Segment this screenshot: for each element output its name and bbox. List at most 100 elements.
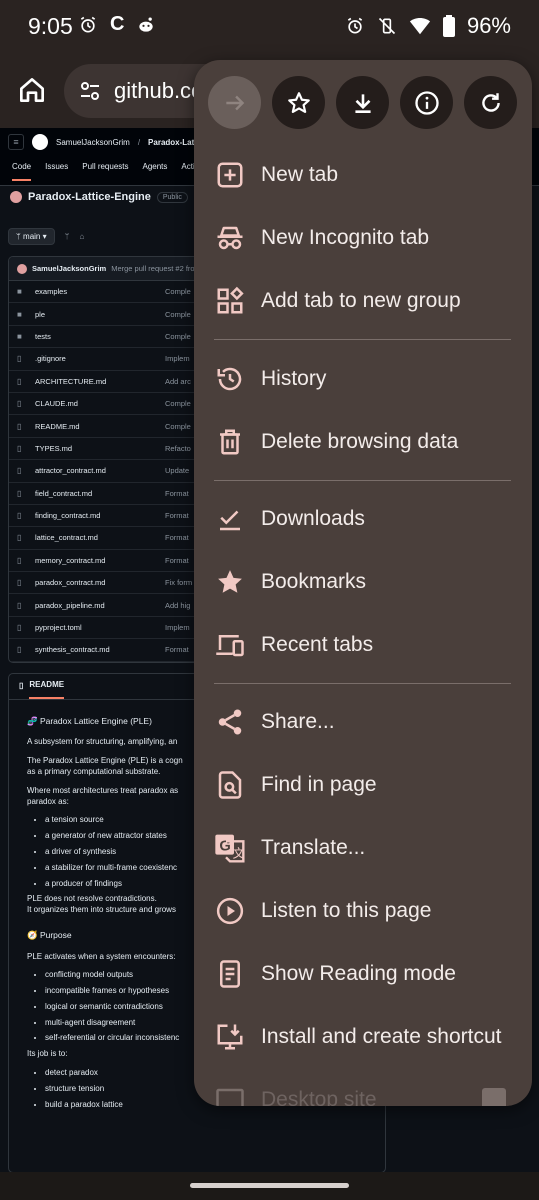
file-name[interactable]: ple — [29, 310, 165, 319]
file-name[interactable]: ARCHITECTURE.md — [29, 377, 165, 386]
branch-selector[interactable]: ᛘ main ▾ — [8, 228, 55, 245]
book-icon: ▯ — [19, 681, 24, 691]
file-name[interactable]: finding_contract.md — [29, 511, 165, 520]
file-name[interactable]: field_contract.md — [29, 489, 165, 498]
incognito-icon — [214, 222, 246, 254]
breadcrumb-separator: / — [137, 137, 141, 147]
download-page-button[interactable] — [336, 76, 389, 129]
find-in-page-icon — [214, 769, 246, 801]
menu-item-show-reading-mode[interactable]: Show Reading mode — [194, 943, 532, 1005]
tags-icon[interactable]: ⌂ — [79, 232, 84, 241]
recent-tabs-icon — [214, 629, 246, 661]
file-commit-message[interactable]: Add arc — [165, 377, 191, 386]
battery-percent: 96% — [466, 13, 511, 38]
file-name[interactable]: tests — [29, 332, 165, 341]
file-name[interactable]: pyproject.toml — [29, 623, 165, 632]
file-commit-message[interactable]: Comple — [165, 422, 191, 431]
menu-item-history[interactable]: History — [194, 348, 532, 410]
file-commit-message[interactable]: Refacto — [165, 444, 191, 453]
file-icon: ▯ — [17, 421, 22, 431]
menu-item-recent-tabs[interactable]: Recent tabs — [194, 614, 532, 676]
file-commit-message[interactable]: Comple — [165, 287, 191, 296]
avatar — [17, 263, 27, 274]
file-commit-message[interactable]: Comple — [165, 310, 191, 319]
bookmarks-star-icon — [214, 566, 246, 598]
file-name[interactable]: paradox_pipeline.md — [29, 601, 165, 610]
file-name[interactable]: examples — [29, 287, 165, 296]
refresh-button[interactable] — [464, 76, 517, 129]
info-icon — [414, 90, 439, 115]
file-commit-message[interactable]: Update — [165, 466, 189, 475]
url-text[interactable]: github.co — [114, 78, 203, 104]
menu-item-label: Recent tabs — [261, 633, 374, 656]
menu-item-find-in-page[interactable]: Find in page — [194, 754, 532, 816]
menu-item-desktop-site[interactable]: Desktop site — [194, 1069, 532, 1106]
file-commit-message[interactable]: Format — [165, 511, 189, 520]
hamburger-menu-icon[interactable]: ≡ — [8, 134, 24, 150]
menu-item-bookmarks[interactable]: Bookmarks — [194, 551, 532, 613]
page-info-button[interactable] — [400, 76, 453, 129]
file-name[interactable]: memory_contract.md — [29, 556, 165, 565]
file-icon: ▯ — [17, 623, 22, 633]
commit-message[interactable]: Merge pull request #2 fro — [111, 264, 194, 273]
github-logo-icon[interactable] — [32, 134, 48, 150]
trash-icon — [214, 426, 246, 458]
repo-owner-link[interactable]: SamuelJacksonGrim — [56, 138, 130, 147]
tab-code[interactable]: Code — [12, 162, 32, 181]
menu-item-label: Find in page — [261, 773, 377, 796]
branches-icon[interactable]: ᛘ — [65, 232, 70, 241]
site-settings-icon[interactable] — [78, 79, 102, 103]
menu-item-new-tab[interactable]: New tab — [194, 144, 532, 206]
menu-item-label: Translate... — [261, 836, 366, 859]
menu-item-label: Bookmarks — [261, 570, 367, 593]
menu-item-share[interactable]: Share... — [194, 691, 532, 753]
file-icon: ▯ — [17, 555, 22, 565]
home-icon[interactable] — [16, 74, 48, 106]
file-commit-message[interactable]: Implem — [165, 623, 190, 632]
commit-author[interactable]: SamuelJacksonGrim — [32, 264, 106, 273]
menu-item-new-incognito-tab[interactable]: New Incognito tab — [194, 207, 532, 269]
file-commit-message[interactable]: Fix form — [165, 578, 192, 587]
branch-name: main — [23, 232, 41, 241]
forward-button[interactable] — [208, 76, 261, 129]
file-commit-message[interactable]: Comple — [165, 332, 191, 341]
file-icon: ▯ — [17, 376, 22, 386]
tab-pull-requests[interactable]: Pull requests — [82, 162, 128, 181]
file-name[interactable]: lattice_contract.md — [29, 533, 165, 542]
readme-tab[interactable]: README — [29, 680, 65, 699]
file-name[interactable]: attractor_contract.md — [29, 466, 165, 475]
file-commit-message[interactable]: Implem — [165, 354, 190, 363]
file-commit-message[interactable]: Format — [165, 533, 189, 542]
menu-divider — [214, 683, 511, 684]
menu-item-translate[interactable]: G 文 Translate... — [194, 817, 532, 879]
menu-item-label: Install and create shortcut — [261, 1025, 502, 1048]
file-name[interactable]: README.md — [29, 422, 165, 431]
tab-agents[interactable]: Agents — [143, 162, 168, 181]
file-commit-message[interactable]: Format — [165, 556, 189, 565]
file-name[interactable]: synthesis_contract.md — [29, 645, 165, 654]
branch-row: ᛘ main ▾ ᛘ ⌂ — [8, 228, 84, 245]
repo-name[interactable]: Paradox-Lattice-Engine — [28, 191, 151, 203]
file-icon: ▯ — [17, 600, 22, 610]
file-name[interactable]: .gitignore — [29, 354, 165, 363]
desktop-site-checkbox[interactable] — [482, 1088, 506, 1106]
file-name[interactable]: paradox_contract.md — [29, 578, 165, 587]
menu-item-listen-to-this-page[interactable]: Listen to this page — [194, 880, 532, 942]
menu-item-install-and-create-shortcut[interactable]: Install and create shortcut — [194, 1006, 532, 1068]
menu-item-delete-browsing-data[interactable]: Delete browsing data — [194, 411, 532, 473]
menu-item-downloads[interactable]: Downloads — [194, 488, 532, 550]
alarm-icon — [347, 17, 363, 34]
file-commit-message[interactable]: Add hig — [165, 601, 190, 610]
menu-item-add-tab-to-new-group[interactable]: Add tab to new group — [194, 270, 532, 332]
avatar — [10, 191, 22, 203]
file-commit-message[interactable]: Format — [165, 645, 189, 654]
home-gesture-bar[interactable] — [190, 1183, 349, 1188]
bookmark-this-page-button[interactable] — [272, 76, 325, 129]
battery-icon — [442, 15, 455, 37]
file-commit-message[interactable]: Format — [165, 489, 189, 498]
menu-item-label: Share... — [261, 710, 335, 733]
file-name[interactable]: TYPES.md — [29, 444, 165, 453]
file-name[interactable]: CLAUDE.md — [29, 399, 165, 408]
tab-issues[interactable]: Issues — [45, 162, 68, 181]
file-commit-message[interactable]: Comple — [165, 399, 191, 408]
